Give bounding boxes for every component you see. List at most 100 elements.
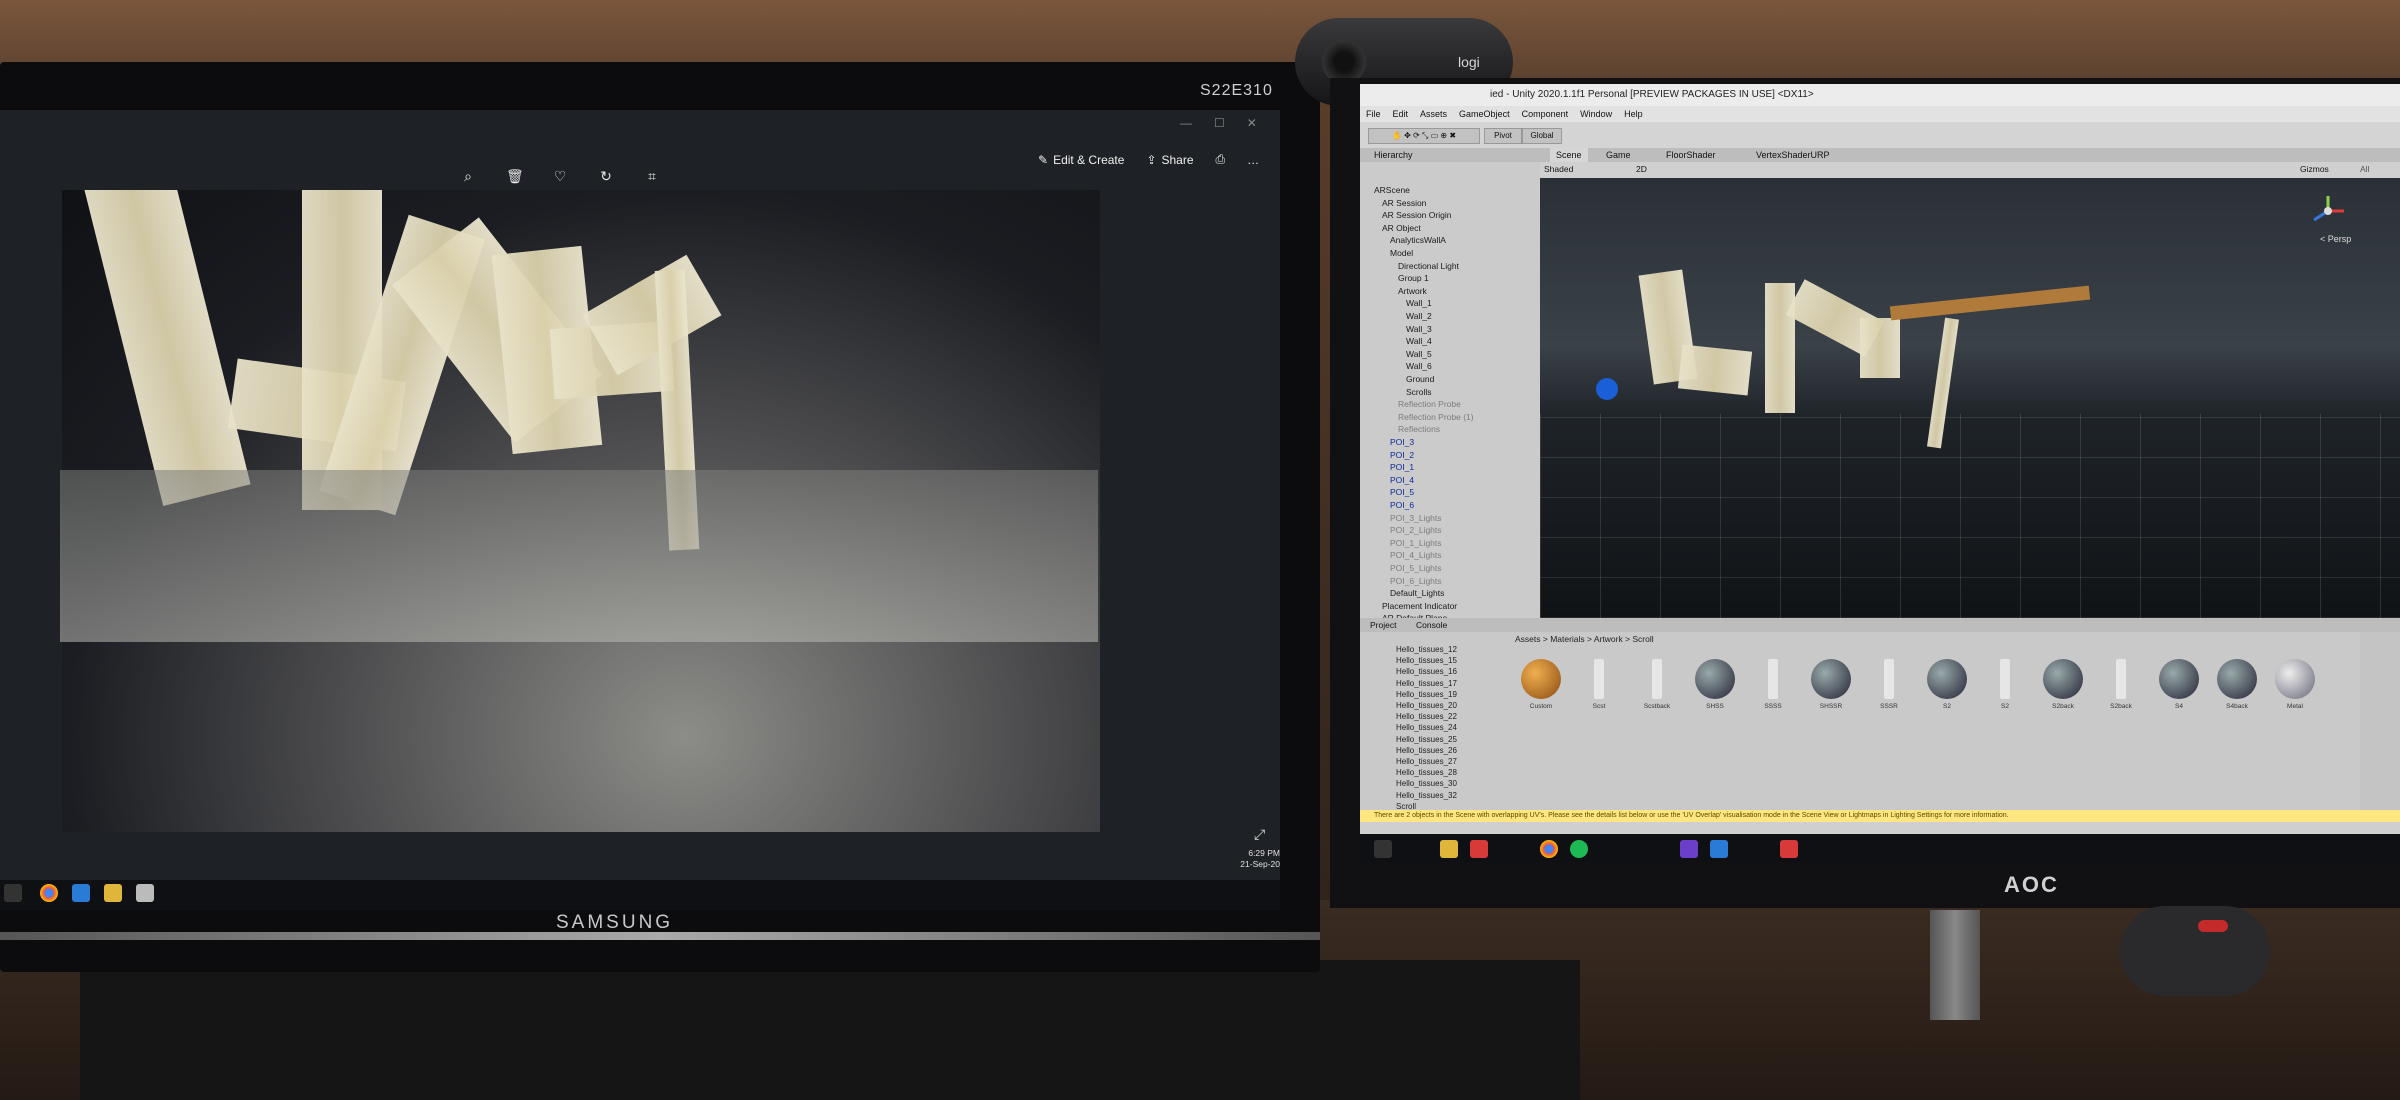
asset-tile[interactable]: S4 [2158, 659, 2200, 710]
spotify-icon[interactable] [1570, 840, 1588, 858]
close-icon[interactable]: ✕ [1247, 116, 1257, 130]
project-folder-item[interactable]: Hello_tissues_30 [1396, 778, 1457, 789]
asset-tile[interactable]: S2back [2100, 659, 2142, 710]
chrome-icon[interactable] [1540, 840, 1558, 858]
expand-icon[interactable]: ⤢ [1254, 826, 1265, 843]
hierarchy-row[interactable]: Wall_6 [1406, 360, 1432, 372]
hierarchy-row[interactable]: AnalyticsWallA [1390, 234, 1446, 246]
zoom-icon[interactable]: ⌕ [460, 168, 476, 184]
hierarchy-row[interactable]: Directional Light [1398, 260, 1459, 272]
menu-help[interactable]: Help [1624, 106, 1643, 122]
hierarchy-row[interactable]: Placement Indicator [1382, 600, 1457, 612]
print-button[interactable]: ⎙ [1216, 152, 1226, 167]
tab-vertexshaderurp[interactable]: VertexShaderURP [1750, 148, 1836, 162]
menu-gameobject[interactable]: GameObject [1459, 106, 1510, 122]
delete-icon[interactable]: 🗑 [506, 168, 524, 184]
hierarchy-row[interactable]: Reflections [1398, 423, 1440, 435]
hierarchy-row[interactable]: Group 1 [1398, 272, 1429, 284]
asset-tile[interactable]: Scst [1578, 659, 1620, 710]
menu-component[interactable]: Component [1522, 106, 1569, 122]
hierarchy-row[interactable]: Reflection Probe [1398, 398, 1461, 410]
project-folder-item[interactable]: Hello_tissues_32 [1396, 790, 1457, 801]
project-folder-item[interactable]: Hello_tissues_19 [1396, 689, 1457, 700]
transform-tools[interactable]: ✋ ✥ ⟳ ⤡ ▭ ⊕ ✖ [1368, 128, 1480, 144]
scene-search-input[interactable]: All [2360, 164, 2369, 174]
hierarchy-row[interactable]: Wall_3 [1406, 323, 1432, 335]
project-folder-item[interactable]: Hello_tissues_20 [1396, 700, 1457, 711]
global-toggle[interactable]: Global [1522, 128, 1562, 144]
chrome-icon[interactable] [40, 884, 58, 902]
hierarchy-row[interactable]: Default_Lights [1390, 587, 1444, 599]
hierarchy-row[interactable]: Model [1390, 247, 1413, 259]
project-folder-item[interactable]: Hello_tissues_16 [1396, 666, 1457, 677]
share-button[interactable]: ⇪ Share [1146, 152, 1193, 167]
file-explorer-icon[interactable] [1440, 840, 1458, 858]
project-folder-item[interactable]: Hello_tissues_25 [1396, 734, 1457, 745]
minimize-icon[interactable]: — [1180, 116, 1192, 130]
asset-tile[interactable]: SSSR [1868, 659, 1910, 710]
project-folder-item[interactable]: Hello_tissues_15 [1396, 655, 1457, 666]
hierarchy-row[interactable]: POI_3_Lights [1390, 512, 1442, 524]
asset-tile[interactable]: S2back [2042, 659, 2084, 710]
hierarchy-row[interactable]: Reflection Probe (1) [1398, 411, 1474, 423]
hierarchy-row[interactable]: Wall_2 [1406, 310, 1432, 322]
app-icon[interactable] [136, 884, 154, 902]
shading-mode-dropdown[interactable]: Shaded [1544, 164, 1573, 174]
rotate-icon[interactable]: ↻ [598, 168, 614, 184]
hierarchy-row[interactable]: POI_2 [1390, 449, 1414, 461]
tab-scene[interactable]: Scene [1550, 148, 1588, 162]
tab-project[interactable]: Project [1370, 620, 1396, 630]
perspective-label[interactable]: < Persp [2320, 234, 2351, 244]
gizmos-dropdown[interactable]: Gizmos [2300, 164, 2329, 174]
hierarchy-row[interactable]: POI_3 [1390, 436, 1414, 448]
asset-tile[interactable]: Scstback [1636, 659, 1678, 710]
asset-tile[interactable]: Custom [1520, 659, 1562, 710]
menu-assets[interactable]: Assets [1420, 106, 1447, 122]
hierarchy-row[interactable]: POI_5_Lights [1390, 562, 1442, 574]
hierarchy-row[interactable]: Wall_1 [1406, 297, 1432, 309]
hierarchy-row[interactable]: POI_4_Lights [1390, 549, 1442, 561]
favorite-icon[interactable]: ♡ [552, 168, 568, 184]
project-folder-item[interactable]: Hello_tissues_28 [1396, 767, 1457, 778]
edit-create-button[interactable]: ✎ Edit & Create [1038, 152, 1124, 167]
project-folder-item[interactable]: Hello_tissues_24 [1396, 722, 1457, 733]
asset-tile[interactable]: S4back [2216, 659, 2258, 710]
menu-edit[interactable]: Edit [1393, 106, 1409, 122]
asset-tile[interactable]: S2 [1926, 659, 1968, 710]
hierarchy-row[interactable]: POI_1 [1390, 461, 1414, 473]
hierarchy-row[interactable]: Wall_5 [1406, 348, 1432, 360]
asset-tile[interactable]: Metal [2274, 659, 2316, 710]
hierarchy-row[interactable]: AR Object [1382, 222, 1421, 234]
hierarchy-row[interactable]: Scrolls [1406, 386, 1432, 398]
hierarchy-row[interactable]: ARScene [1374, 184, 1410, 196]
hierarchy-row[interactable]: POI_5 [1390, 486, 1414, 498]
asset-tile[interactable]: SHSSR [1810, 659, 1852, 710]
project-folder-item[interactable]: Hello_tissues_12 [1396, 644, 1457, 655]
asset-tile[interactable]: S2 [1984, 659, 2026, 710]
project-folder-item[interactable]: Hello_tissues_17 [1396, 678, 1457, 689]
hierarchy-row[interactable]: AR Session Origin [1382, 209, 1451, 221]
menu-window[interactable]: Window [1580, 106, 1612, 122]
hierarchy-row[interactable]: POI_2_Lights [1390, 524, 1442, 536]
hierarchy-row[interactable]: AR Session [1382, 197, 1426, 209]
project-folder-item[interactable]: Hello_tissues_27 [1396, 756, 1457, 767]
file-explorer-icon[interactable] [104, 884, 122, 902]
scene-orientation-gizmo[interactable] [2308, 194, 2348, 228]
asset-tile[interactable]: SSSS [1752, 659, 1794, 710]
project-folder-item[interactable]: Hello_tissues_26 [1396, 745, 1457, 756]
start-icon[interactable] [4, 884, 22, 902]
crop-icon[interactable]: ⌗ [644, 168, 660, 184]
more-button[interactable]: … [1247, 152, 1259, 167]
hierarchy-row[interactable]: Artwork [1398, 285, 1427, 297]
light-gizmo[interactable] [1596, 378, 1618, 400]
2d-toggle[interactable]: 2D [1636, 164, 1647, 174]
start-icon[interactable] [1374, 840, 1392, 858]
mail-icon[interactable] [1470, 840, 1488, 858]
asset-tile[interactable]: SHSS [1694, 659, 1736, 710]
hierarchy-row[interactable]: Ground [1406, 373, 1434, 385]
hierarchy-row[interactable]: POI_1_Lights [1390, 537, 1442, 549]
project-folder-item[interactable]: Hello_tissues_22 [1396, 711, 1457, 722]
app-icon[interactable] [1780, 840, 1798, 858]
tab-floorshader[interactable]: FloorShader [1660, 148, 1722, 162]
tab-game[interactable]: Game [1600, 148, 1637, 162]
